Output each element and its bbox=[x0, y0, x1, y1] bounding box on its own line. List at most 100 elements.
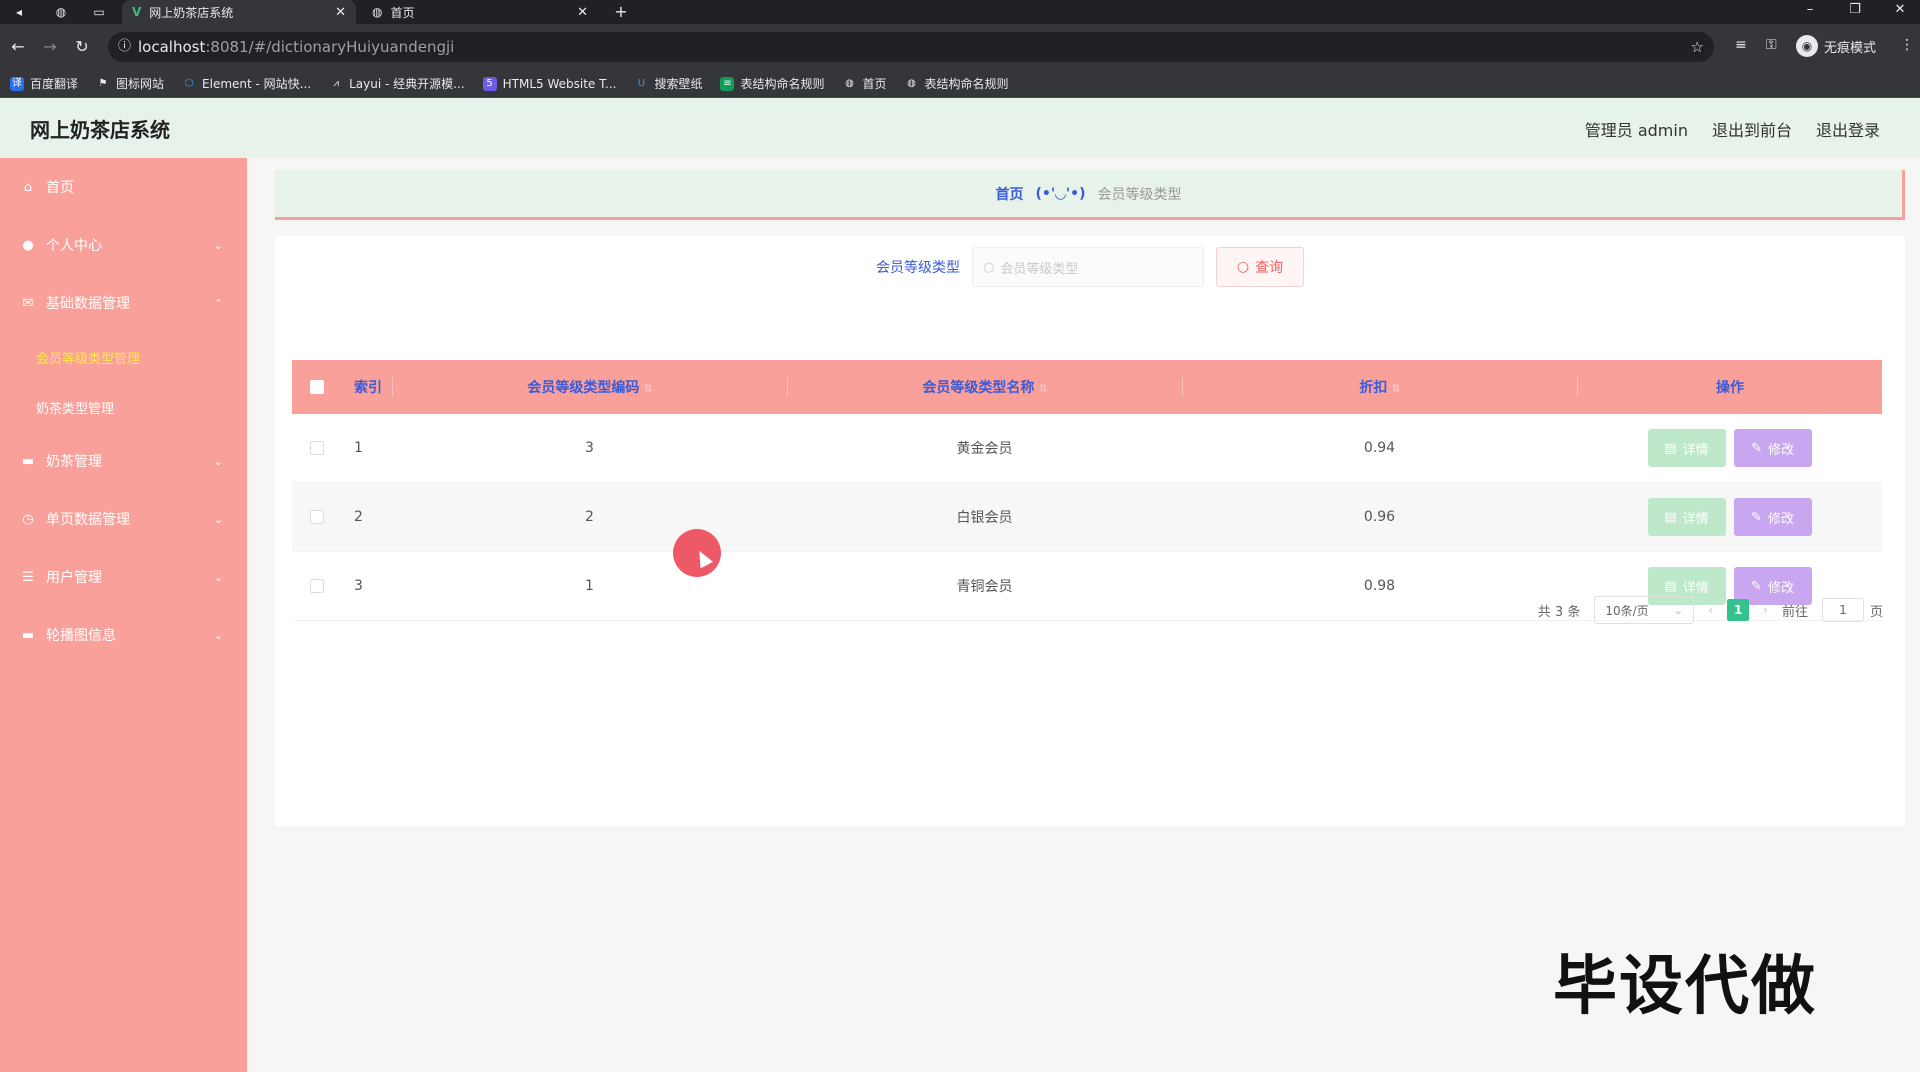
sidebar: ⌂ 首页 ● 个人中心 ⌄ ✉ 基础数据管理 ⌃ 会员等级类型管理 奶茶类型管理… bbox=[0, 158, 247, 1072]
logout-link[interactable]: 退出登录 bbox=[1816, 117, 1880, 141]
globe-icon: ◍ bbox=[845, 77, 854, 89]
table-header: 索引 会员等级类型编码 ⇅ 会员等级类型名称 ⇅ 折扣 ⇅ 操作 bbox=[292, 360, 1882, 414]
back-icon[interactable]: ← bbox=[8, 37, 28, 57]
address-bar-row: ← → ↻ ⓘ localhost:8081/#/dictionaryHuiyu… bbox=[0, 24, 1920, 70]
new-tab-icon[interactable]: + bbox=[612, 3, 630, 21]
sidebar-item-label: 首页 bbox=[46, 180, 74, 196]
pencil-icon: ✎ bbox=[1751, 578, 1762, 594]
url-input[interactable]: ⓘ localhost:8081/#/dictionaryHuiyuandeng… bbox=[108, 32, 1714, 62]
back-to-front-link[interactable]: 退出到前台 bbox=[1712, 117, 1792, 141]
row-checkbox[interactable] bbox=[310, 441, 324, 455]
reading-list-icon[interactable]: ≡ bbox=[1735, 37, 1747, 53]
chevron-down-icon: ⌄ bbox=[213, 628, 223, 642]
goto-suffix: 页 bbox=[1869, 604, 1883, 620]
bookmark-item[interactable]: ◍ 表结构命名规则 bbox=[905, 75, 1009, 92]
bookmark-item[interactable]: ◍ 首页 bbox=[842, 75, 886, 92]
table-row: 2 2 白银会员 0.96 ▤ 详情 ✎ 修改 bbox=[292, 483, 1882, 552]
bookmark-item[interactable]: 译百度翻译 bbox=[10, 75, 78, 92]
chevron-down-icon: ⌄ bbox=[213, 454, 223, 468]
bookmark-item[interactable]: ⬡ Element - 网站快... bbox=[182, 75, 311, 92]
search-button[interactable]: ○ 查询 bbox=[1216, 247, 1304, 287]
search-input[interactable]: ○ 会员等级类型 bbox=[972, 247, 1204, 287]
edit-button[interactable]: ✎ 修改 bbox=[1733, 429, 1812, 467]
sidebar-item-tea[interactable]: ▬ 奶茶管理 ⌄ bbox=[0, 432, 247, 490]
forward-icon[interactable]: → bbox=[40, 37, 60, 57]
close-window-icon[interactable]: ✕ bbox=[1885, 2, 1915, 17]
bookmark-item[interactable]: ≡ 表结构命名规则 bbox=[720, 75, 824, 92]
close-tab-icon[interactable]: ✕ bbox=[335, 5, 346, 20]
content-panel: 会员等级类型 ○ 会员等级类型 ○ 查询 索引 会员等级类型编码 ⇅ 会员等级类型… bbox=[275, 236, 1905, 826]
incognito-icon: ◉ bbox=[1796, 35, 1818, 57]
prev-page-icon[interactable]: ‹ bbox=[1708, 603, 1713, 617]
edit-button-label: 修改 bbox=[1767, 511, 1794, 527]
column-header-sortable[interactable]: 会员等级类型编码 ⇅ bbox=[392, 377, 787, 397]
bookmark-item[interactable]: U 搜索壁纸 bbox=[634, 75, 703, 92]
pencil-icon: ✎ bbox=[1751, 440, 1762, 456]
url-path: :8081/#/dictionaryHuiyuandengji bbox=[205, 38, 455, 56]
detail-button[interactable]: ▤ 详情 bbox=[1647, 429, 1726, 467]
sidebar-item-base-data[interactable]: ✉ 基础数据管理 ⌃ bbox=[0, 274, 247, 332]
page-size-select[interactable]: 10条/页 ⌄ bbox=[1594, 596, 1695, 624]
tab-active[interactable]: V 网上奶茶店系统 ✕ bbox=[122, 0, 356, 24]
select-all-checkbox[interactable] bbox=[310, 380, 324, 394]
column-header-sortable[interactable]: 会员等级类型名称 ⇅ bbox=[787, 377, 1182, 397]
bookmarks-bar: 译百度翻译 ⚑ 图标网站 ⬡ Element - 网站快... ⩘ Layui - 经… bbox=[0, 70, 1920, 98]
pencil-icon: ✎ bbox=[1751, 509, 1762, 525]
bookmark-star-icon[interactable]: ☆ bbox=[1691, 32, 1704, 62]
key-icon[interactable]: ⚿ bbox=[1766, 37, 1777, 53]
detail-button-label: 详情 bbox=[1682, 442, 1709, 458]
cell-code: 1 bbox=[585, 578, 594, 594]
incognito-indicator[interactable]: ◉ 无痕模式 bbox=[1796, 35, 1876, 57]
bookmark-label: 表结构命名规则 bbox=[924, 77, 1009, 91]
tab-title: 首页 bbox=[390, 5, 415, 20]
row-checkbox[interactable] bbox=[310, 510, 324, 524]
goto-prefix: 前往 bbox=[1781, 604, 1808, 620]
bookmark-item[interactable]: 5 HTML5 Website T... bbox=[482, 76, 616, 91]
layui-icon: ⩘ bbox=[333, 77, 339, 89]
clock-icon: ◷ bbox=[22, 511, 34, 527]
restore-icon[interactable]: ❐ bbox=[1840, 2, 1870, 17]
reload-icon[interactable]: ↻ bbox=[72, 37, 92, 57]
next-page-icon[interactable]: › bbox=[1763, 603, 1768, 617]
sort-icon[interactable]: ⇅ bbox=[1038, 382, 1047, 395]
edit-button[interactable]: ✎ 修改 bbox=[1733, 498, 1812, 536]
element-icon: ⬡ bbox=[184, 77, 194, 89]
column-header-sortable[interactable]: 折扣 ⇅ bbox=[1182, 377, 1577, 397]
goto-page-input[interactable]: 1 bbox=[1821, 598, 1864, 622]
site-info-icon[interactable]: ⓘ bbox=[118, 32, 131, 62]
minimize-icon[interactable]: – bbox=[1795, 2, 1825, 17]
document-icon: ▤ bbox=[1664, 509, 1677, 525]
vue-icon: V bbox=[132, 5, 142, 19]
pagination: 共 3 条 10条/页 ⌄ ‹ 1 › 前往 1 页 bbox=[1538, 596, 1883, 624]
detail-button[interactable]: ▤ 详情 bbox=[1647, 498, 1726, 536]
sidebar-item-carousel[interactable]: ▬ 轮播图信息 ⌄ bbox=[0, 606, 247, 664]
sort-icon[interactable]: ⇅ bbox=[1391, 382, 1400, 395]
breadcrumb-home[interactable]: 首页 bbox=[995, 184, 1023, 204]
sidebar-item-profile[interactable]: ● 个人中心 ⌄ bbox=[0, 216, 247, 274]
cell-index: 2 bbox=[354, 509, 363, 525]
cell-code: 3 bbox=[585, 440, 594, 456]
bookmark-item[interactable]: ⚑ 图标网站 bbox=[96, 75, 165, 92]
menu-dots-icon[interactable]: ⋮ bbox=[1900, 37, 1914, 53]
close-tab-icon[interactable]: ✕ bbox=[577, 5, 588, 20]
sidebar-subitem-tea-type[interactable]: 奶茶类型管理 bbox=[0, 382, 247, 432]
chevron-down-icon: ⌄ bbox=[1673, 603, 1684, 617]
page-number-active[interactable]: 1 bbox=[1727, 599, 1750, 621]
data-table: 索引 会员等级类型编码 ⇅ 会员等级类型名称 ⇅ 折扣 ⇅ 操作 1 3 黄金会员 0… bbox=[292, 360, 1882, 621]
globe-icon[interactable]: ◍ bbox=[52, 3, 70, 21]
bookmark-item[interactable]: ⩘ Layui - 经典开源模... bbox=[329, 75, 464, 92]
row-checkbox[interactable] bbox=[310, 579, 324, 593]
list-icon: ☰ bbox=[22, 569, 34, 585]
tab-search-icon[interactable]: ▭ bbox=[90, 3, 108, 21]
mute-icon[interactable]: ◂ bbox=[10, 3, 28, 21]
sidebar-subitem-member-level[interactable]: 会员等级类型管理 bbox=[0, 332, 247, 382]
tab-inactive[interactable]: ◍ 首页 ✕ bbox=[362, 0, 598, 24]
sort-icon[interactable]: ⇅ bbox=[643, 382, 652, 395]
column-header-label: 会员等级类型编码 bbox=[527, 380, 640, 396]
sidebar-item-home[interactable]: ⌂ 首页 bbox=[0, 158, 247, 216]
column-header: 操作 bbox=[1577, 377, 1882, 397]
watermark-text: 毕设代做 bbox=[1553, 950, 1817, 1024]
sidebar-item-label: 奶茶管理 bbox=[46, 454, 102, 470]
sidebar-item-users[interactable]: ☰ 用户管理 ⌄ bbox=[0, 548, 247, 606]
sidebar-item-single-page[interactable]: ◷ 单页数据管理 ⌄ bbox=[0, 490, 247, 548]
